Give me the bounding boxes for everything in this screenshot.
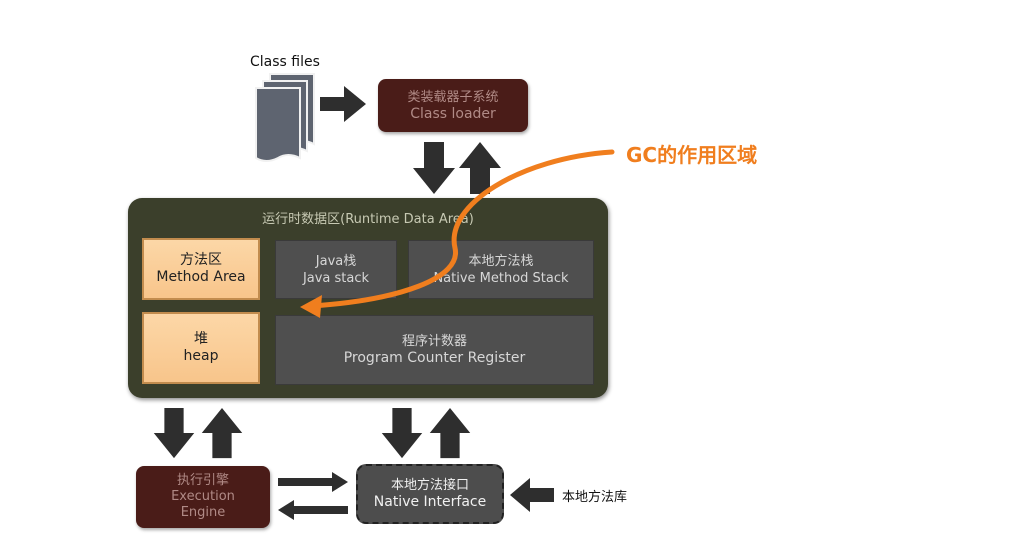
gc-area-label: GC的作用区域 (626, 143, 758, 167)
gc-curved-arrow-icon (300, 149, 615, 318)
